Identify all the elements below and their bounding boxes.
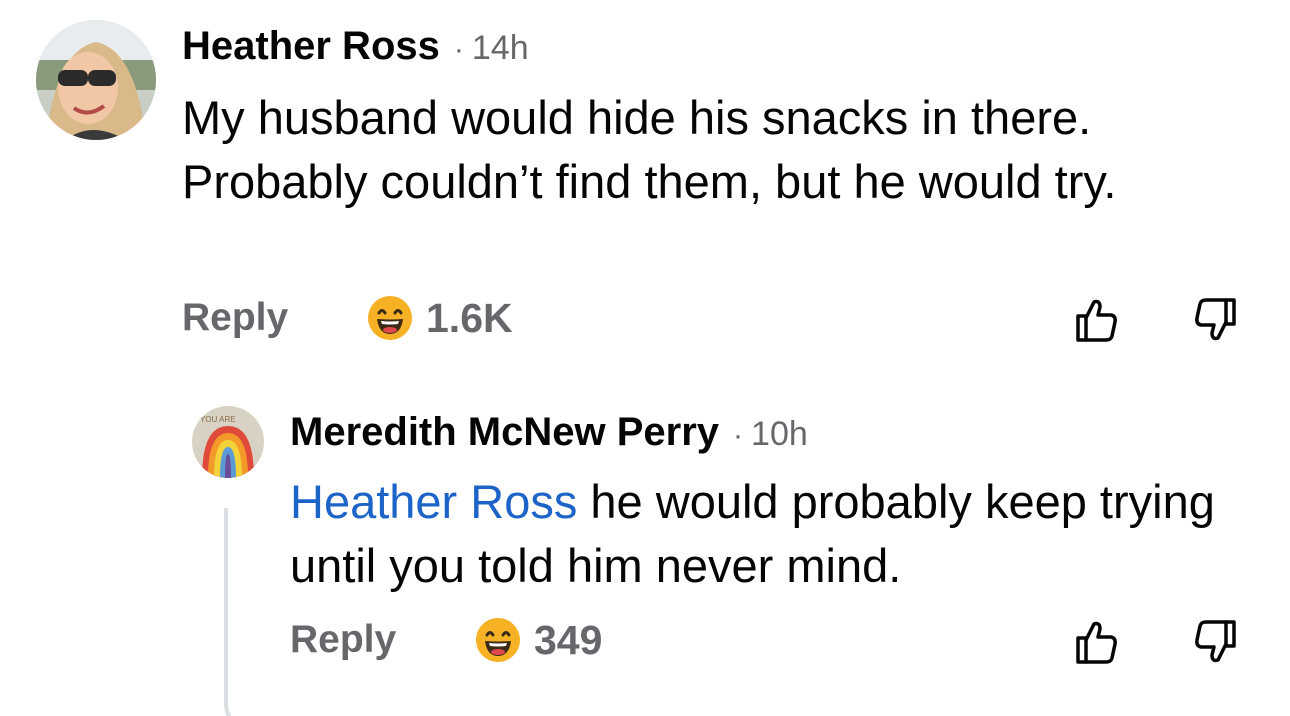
reaction-count: 349 xyxy=(534,616,603,663)
comment-header: Heather Ross · 14h xyxy=(182,24,529,69)
author-name[interactable]: Heather Ross xyxy=(182,24,440,69)
thumbs-down-outline-icon[interactable] xyxy=(1190,294,1242,346)
timestamp[interactable]: 14h xyxy=(472,29,529,68)
thread-connector xyxy=(224,508,264,716)
thumbs-up-outline-icon[interactable] xyxy=(1070,616,1122,668)
avatar[interactable]: YOU ARE xyxy=(192,406,264,478)
laughing-emoji-icon xyxy=(368,296,412,340)
avatar-photo xyxy=(36,20,156,140)
comment-body: Heather Ross he would probably keep tryi… xyxy=(290,470,1250,598)
avatar-lettering: YOU ARE xyxy=(200,415,236,424)
comment-header: Meredith McNew Perry · 10h xyxy=(290,410,808,455)
reaction-summary[interactable]: 349 xyxy=(474,616,602,664)
timestamp[interactable]: 10h xyxy=(751,415,808,454)
laughing-emoji-icon xyxy=(476,618,520,662)
thumbs-down-outline-icon[interactable] xyxy=(1190,616,1242,668)
meta-separator: · xyxy=(733,419,744,452)
author-name[interactable]: Meredith McNew Perry xyxy=(290,410,719,455)
comment-body: My husband would hide his snacks in ther… xyxy=(182,91,1117,208)
reaction-count: 1.6K xyxy=(426,294,513,341)
avatar-photo: YOU ARE xyxy=(192,406,264,478)
reply-button[interactable]: Reply xyxy=(290,618,396,662)
reply-button[interactable]: Reply xyxy=(182,296,288,340)
comments-thread: Heather Ross · 14h My husband would hide… xyxy=(0,0,1290,716)
thumbs-up-outline-icon[interactable] xyxy=(1070,294,1122,346)
mention-link[interactable]: Heather Ross xyxy=(290,475,577,528)
meta-separator: · xyxy=(453,33,464,66)
reaction-summary[interactable]: 1.6K xyxy=(366,294,513,342)
avatar[interactable] xyxy=(36,20,156,140)
